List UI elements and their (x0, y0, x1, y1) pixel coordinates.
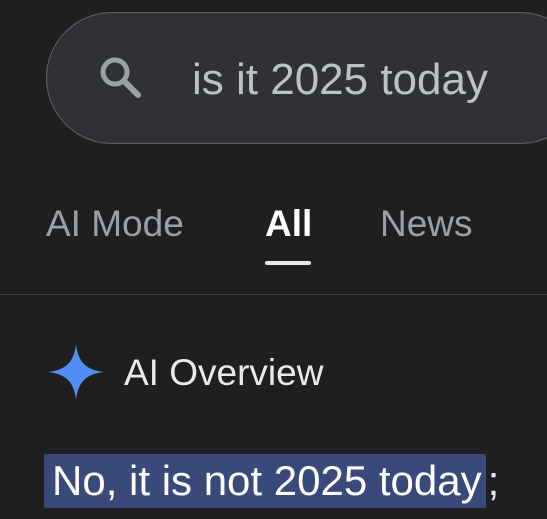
ai-overview-answer: No, it is not 2025 today; (44, 454, 499, 510)
answer-highlight: No, it is not 2025 today (44, 454, 486, 508)
divider (0, 294, 547, 295)
ai-overview-title: AI Overview (124, 352, 324, 393)
sparkle-icon (44, 340, 108, 404)
ai-overview-header: AI Overview (44, 340, 524, 404)
tab-all[interactable]: All (265, 202, 312, 246)
search-results-page: is it 2025 today AI Mode All News AI Ove… (0, 0, 547, 519)
search-tabs: AI Mode All News (0, 196, 547, 266)
search-icon[interactable] (96, 54, 148, 102)
answer-tail: ; (487, 457, 500, 504)
tab-ai-mode[interactable]: AI Mode (46, 202, 184, 246)
tab-news[interactable]: News (380, 202, 473, 246)
search-input[interactable]: is it 2025 today (192, 54, 488, 106)
active-tab-indicator (265, 261, 311, 265)
